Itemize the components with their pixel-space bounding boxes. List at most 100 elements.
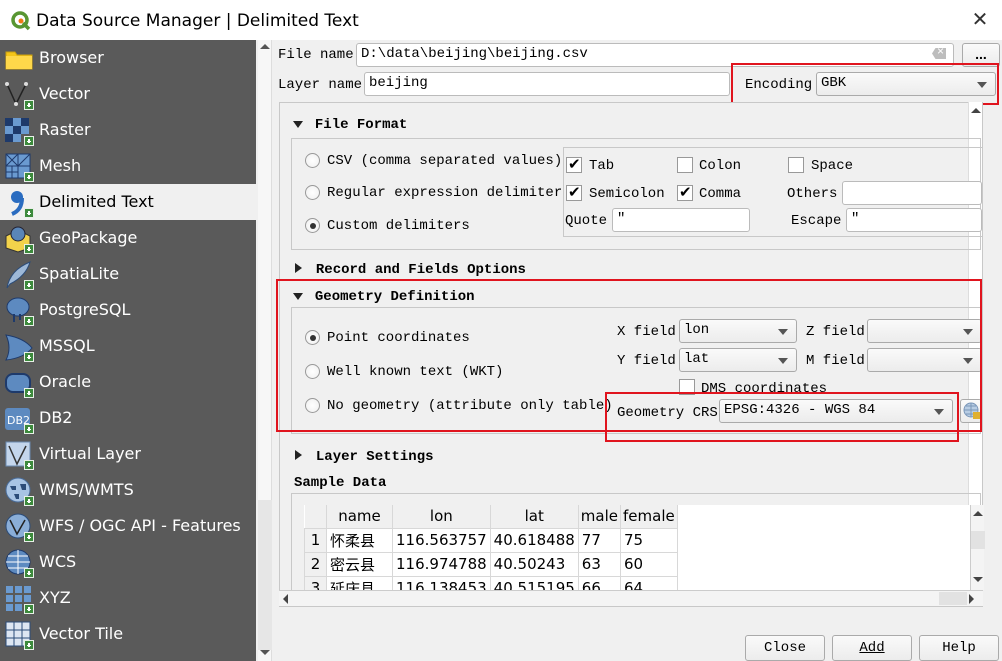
checkbox-dms-coordinates[interactable] [679,379,695,395]
file-format-title: File Format [314,117,408,133]
sample-data-title: Sample Data [294,475,387,491]
table-vertical-scrollbar[interactable] [970,505,985,590]
spatialite-icon [4,260,34,290]
sidebar-item-mssql[interactable]: MSSQL [0,328,256,364]
sidebar-item-wms[interactable]: WMS/WMTS [0,472,256,508]
sidebar-item-label: Delimited Text [39,192,154,211]
column-header[interactable]: lon [392,505,491,528]
sidebar-item-label: Raster [39,120,91,139]
m-field-select[interactable] [867,348,982,372]
scroll-up-arrow-icon[interactable] [973,511,983,516]
oracle-icon [4,368,34,398]
geometry-crs-select[interactable]: EPSG:4326 - WGS 84 [719,399,953,423]
escape-input[interactable]: " [846,208,982,232]
sidebar-item-wfs[interactable]: WFS / OGC API - Features [0,508,256,544]
scroll-up-arrow-icon[interactable] [260,44,270,49]
checkbox-comma[interactable] [677,183,693,201]
scroll-thumb[interactable] [939,592,967,605]
folder-icon [5,51,33,70]
help-button[interactable]: Help [919,635,999,661]
sidebar-item-xyz[interactable]: XYZ [0,580,256,616]
geometry-crs-value: EPSG:4326 - WGS 84 [724,402,876,418]
wcs-icon [4,548,34,578]
column-header[interactable]: name [326,505,393,528]
scroll-down-arrow-icon[interactable] [973,577,983,582]
globe-crs-icon [963,402,980,419]
others-input[interactable] [842,181,982,205]
cell-female: 75 [620,527,678,553]
sidebar-item-vector-tile[interactable]: Vector Tile [0,616,256,652]
scroll-thumb[interactable] [258,500,272,650]
radio-regex-label: Regular expression delimiter [327,185,563,201]
scroll-left-arrow-icon[interactable] [283,594,288,604]
checkbox-space[interactable] [788,157,804,173]
vector-tile-icon [4,620,34,650]
x-field-select[interactable]: lon [679,319,797,343]
cell-female: 64 [620,575,678,590]
scroll-up-arrow-icon[interactable] [971,108,981,113]
sidebar-item-virtual-layer[interactable]: Virtual Layer [0,436,256,472]
db2-icon: DB2 [4,404,34,434]
add-button[interactable]: Add [832,635,912,661]
quote-input[interactable]: " [612,208,750,232]
radio-regex[interactable] [305,185,320,200]
radio-csv[interactable] [305,153,320,168]
title-bar: Data Source Manager | Delimited Text ✕ [0,0,1002,40]
y-field-select[interactable]: lat [679,348,797,372]
scroll-thumb[interactable] [971,531,985,549]
scroll-down-arrow-icon[interactable] [260,650,270,655]
geometry-definition-header[interactable]: Geometry Definition [293,287,475,305]
outer-vertical-scrollbar[interactable] [258,40,272,661]
table-row: 1 怀柔县 116.563757 40.618488 77 75 [304,527,678,553]
sidebar-item-wcs[interactable]: WCS [0,544,256,580]
chevron-down-icon [778,358,788,364]
virtual-layer-icon [4,440,34,470]
sidebar-item-postgresql[interactable]: PostgreSQL [0,292,256,328]
radio-custom-delimiters[interactable] [305,218,320,233]
z-field-select[interactable] [867,319,982,343]
file-format-header[interactable]: File Format [293,115,407,133]
radio-no-geometry[interactable] [305,398,320,413]
layer-name-label: Layer name [278,77,363,93]
chevron-down-icon [934,409,944,415]
sidebar-item-geopackage[interactable]: GeoPackage [0,220,256,256]
sidebar-item-oracle[interactable]: Oracle [0,364,256,400]
checkbox-tab[interactable] [566,155,582,173]
record-fields-header[interactable]: Record and Fields Options [295,260,526,278]
sidebar-item-spatialite[interactable]: SpatiaLite [0,256,256,292]
scroll-right-arrow-icon[interactable] [969,594,974,604]
checkbox-colon-label: Colon [699,158,742,174]
horizontal-scrollbar[interactable] [279,590,983,606]
layer-name-input[interactable]: beijing [364,72,730,96]
record-fields-title: Record and Fields Options [315,262,526,278]
column-header[interactable]: female [620,505,678,528]
checkbox-semicolon[interactable] [566,183,582,201]
close-window-button[interactable]: ✕ [968,8,992,32]
radio-point-coordinates[interactable] [305,330,320,345]
close-button[interactable]: Close [745,635,825,661]
checkbox-colon[interactable] [677,157,693,173]
sidebar-item-delimited-text[interactable]: Delimited Text [0,184,256,220]
select-crs-button[interactable] [960,399,982,423]
sidebar-item-raster[interactable]: Raster [0,112,256,148]
radio-csv-label: CSV (comma separated values) [327,153,563,169]
table-header-row: name lon lat male female [304,505,678,528]
sidebar-item-label: SpatiaLite [39,264,120,283]
column-header[interactable]: lat [490,505,579,528]
column-header[interactable]: male [578,505,622,528]
wfs-icon [4,512,34,542]
y-field-value: lat [684,351,710,367]
encoding-select[interactable]: GBK [816,72,996,96]
radio-wkt[interactable] [305,364,320,379]
corner-cell [304,505,327,528]
sidebar-item-label: Vector [39,84,90,103]
sidebar-item-browser[interactable]: Browser [0,40,256,76]
layer-settings-header[interactable]: Layer Settings [295,447,434,465]
browse-button[interactable]: ... [962,43,1000,67]
sidebar-item-db2[interactable]: DB2 DB2 [0,400,256,436]
sidebar-item-label: MSSQL [39,336,95,355]
sidebar-item-mesh[interactable]: Mesh [0,148,256,184]
sidebar-item-vector[interactable]: Vector [0,76,256,112]
file-name-input[interactable]: D:\data\beijing\beijing.csv [356,43,954,67]
sidebar-item-label: Virtual Layer [39,444,141,463]
